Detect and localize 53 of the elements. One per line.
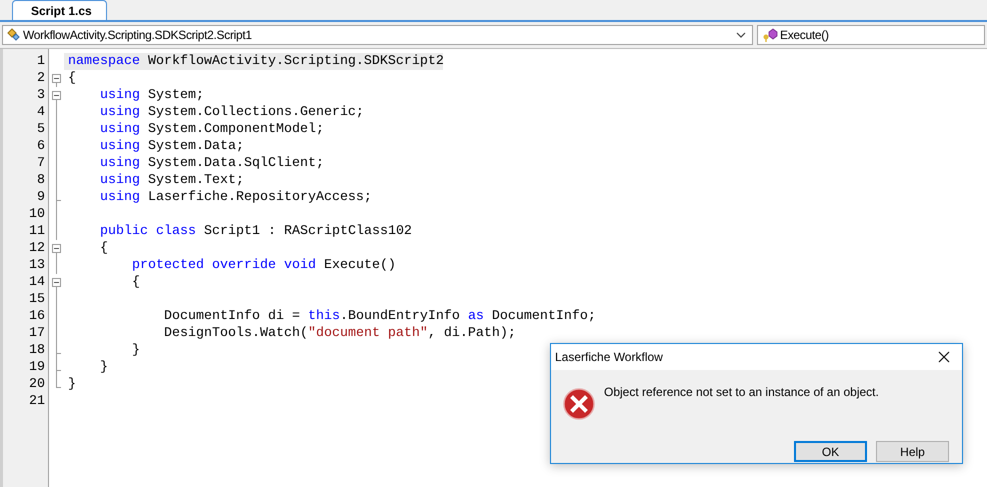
line-number: 16 bbox=[28, 308, 46, 325]
dialog-title: Laserfiche Workflow bbox=[555, 350, 663, 364]
dialog-button[interactable]: OK bbox=[794, 441, 867, 462]
line-number: 19 bbox=[28, 359, 46, 376]
code-line: using Laserfiche.RepositoryAccess; bbox=[98, 189, 372, 206]
line-number: 1 bbox=[36, 53, 46, 70]
line-number: 17 bbox=[28, 325, 46, 342]
line-number: 6 bbox=[36, 138, 46, 155]
code-line: using System; bbox=[98, 87, 204, 104]
file-tab[interactable]: Script 1.cs bbox=[12, 0, 107, 20]
code-line: { bbox=[130, 274, 140, 291]
line-number: 11 bbox=[28, 223, 46, 240]
line-number: 13 bbox=[28, 257, 46, 274]
code-line: { bbox=[98, 240, 108, 257]
code-line: } bbox=[130, 342, 140, 359]
code-line: using System.Data.SqlClient; bbox=[98, 155, 324, 172]
code-line: protected override void Execute() bbox=[130, 257, 396, 274]
line-number: 10 bbox=[28, 206, 46, 223]
code-line: namespace WorkflowActivity.Scripting.SDKScript2 bbox=[67, 53, 444, 70]
line-number: 21 bbox=[28, 393, 46, 410]
code-line: { bbox=[67, 70, 76, 87]
line-number: 3 bbox=[36, 87, 46, 104]
line-number: 15 bbox=[28, 291, 46, 308]
close-icon[interactable] bbox=[938, 351, 950, 363]
line-number: 20 bbox=[28, 376, 46, 393]
error-message: Object reference not set to an instance of an object. bbox=[604, 385, 879, 399]
line-number: 12 bbox=[28, 240, 46, 257]
code-line: } bbox=[98, 359, 108, 376]
class-icon bbox=[7, 28, 21, 42]
line-number: 9 bbox=[36, 189, 46, 206]
dialog-button[interactable]: Help bbox=[876, 441, 949, 462]
code-line: } bbox=[67, 376, 76, 393]
type-dropdown[interactable]: WorkflowActivity.Scripting.SDKScript2.Script1 bbox=[2, 25, 753, 45]
code-line: DocumentInfo di = this.BoundEntryInfo as DocumentInfo; bbox=[162, 308, 596, 325]
member-dropdown[interactable]: Execute() bbox=[757, 25, 985, 45]
line-number: 4 bbox=[36, 104, 46, 121]
line-number: 8 bbox=[36, 172, 46, 189]
code-line: using System.Data; bbox=[98, 138, 244, 155]
line-number: 14 bbox=[28, 274, 46, 291]
code-line: using System.Collections.Generic; bbox=[98, 104, 364, 121]
code-line: DesignTools.Watch("document path", di.Path); bbox=[162, 325, 516, 342]
code-line: using System.Text; bbox=[98, 172, 244, 189]
chevron-down-icon bbox=[736, 32, 746, 38]
line-number: 7 bbox=[36, 155, 46, 172]
line-number: 18 bbox=[28, 342, 46, 359]
code-line: using System.ComponentModel; bbox=[98, 121, 324, 138]
collapse-icon[interactable] bbox=[52, 244, 61, 253]
line-number: 2 bbox=[36, 70, 46, 87]
code-line: public class Script1 : RAScriptClass102 bbox=[98, 223, 412, 240]
error-icon bbox=[563, 388, 595, 420]
collapse-icon[interactable] bbox=[52, 278, 61, 287]
method-icon bbox=[762, 28, 778, 42]
line-number: 5 bbox=[36, 121, 46, 138]
